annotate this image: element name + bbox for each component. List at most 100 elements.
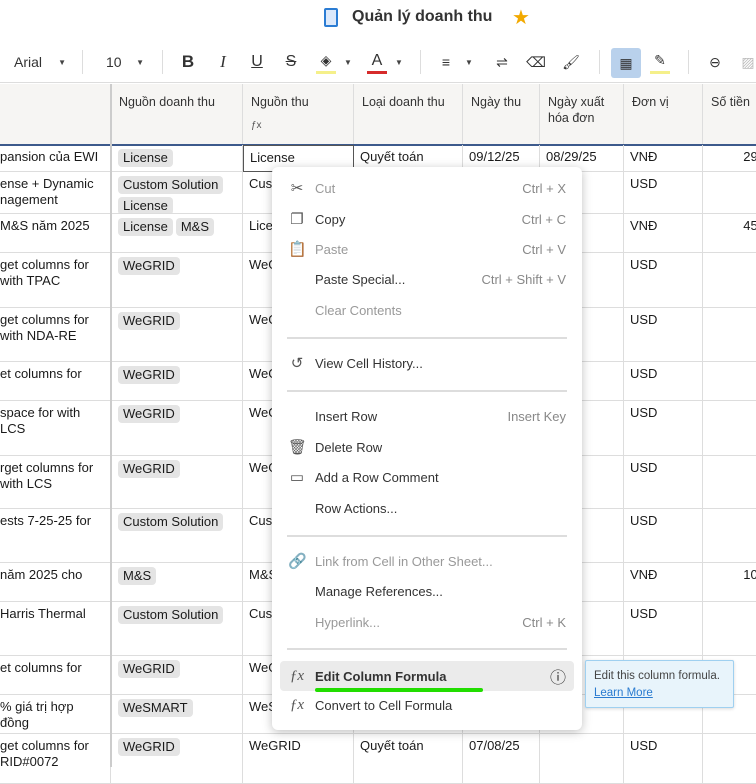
table-cell[interactable]: USD bbox=[624, 401, 703, 456]
learn-more-link[interactable]: Learn More bbox=[594, 687, 653, 699]
italic-icon[interactable]: I bbox=[213, 50, 233, 74]
table-cell[interactable]: WeGRID bbox=[111, 656, 243, 695]
row-title-cell[interactable]: ests 7-25-25 for bbox=[0, 509, 111, 563]
menu-item-cut[interactable]: ✂ Cut Ctrl + X bbox=[280, 174, 574, 202]
underline-icon[interactable]: U bbox=[247, 50, 267, 74]
menu-item-paste-special[interactable]: Paste Special... Ctrl + Shift + V bbox=[280, 265, 574, 293]
favorite-star-icon[interactable]: ★ bbox=[512, 5, 530, 30]
sheet-title[interactable]: Quản lý doanh thu bbox=[352, 8, 492, 26]
table-cell[interactable] bbox=[703, 308, 756, 362]
table-cell[interactable] bbox=[703, 456, 756, 509]
menu-item-view-cell-history[interactable]: ↺ View Cell History... bbox=[280, 349, 574, 377]
menu-item-hyperlink[interactable]: Hyperlink... Ctrl + K bbox=[280, 608, 574, 636]
table-cell[interactable]: USD bbox=[624, 456, 703, 509]
row-title-cell[interactable]: ense + Dynamic nagement bbox=[0, 172, 111, 214]
fill-color-caret-icon[interactable]: ▼ bbox=[343, 50, 353, 74]
table-cell[interactable]: WeGRID bbox=[111, 362, 243, 401]
menu-item-convert-to-cell-formula[interactable]: ƒx Convert to Cell Formula bbox=[280, 691, 574, 719]
column-header[interactable]: Ngày xuất hóa đơn bbox=[540, 84, 624, 145]
text-color-caret-icon[interactable]: ▼ bbox=[394, 50, 404, 74]
table-cell[interactable]: $ bbox=[703, 509, 756, 563]
row-title-cell[interactable]: get columns for RID#0072 bbox=[0, 734, 111, 784]
table-cell[interactable]: $ bbox=[703, 602, 756, 656]
menu-item-link-from-cell-in-other-sheet[interactable]: 🔗 Link from Cell in Other Sheet... bbox=[280, 547, 574, 575]
table-cell[interactable]: WeSMART bbox=[111, 695, 243, 734]
table-cell[interactable]: VNĐ bbox=[624, 563, 703, 602]
align-icon[interactable]: ≡ bbox=[436, 50, 456, 74]
info-icon[interactable]: ⓘ bbox=[550, 664, 566, 688]
row-title-cell[interactable]: et columns for bbox=[0, 656, 111, 695]
image-icon[interactable]: ▨ bbox=[738, 50, 756, 74]
menu-item-add-a-row-comment[interactable]: ▭ Add a Row Comment bbox=[280, 463, 574, 491]
table-cell[interactable]: Custom Solution bbox=[111, 509, 243, 563]
menu-item-edit-column-formula[interactable]: ƒx Edit Column Formula ⓘ bbox=[280, 661, 574, 692]
table-cell[interactable]: USD bbox=[624, 734, 703, 784]
font-family-dropdown[interactable]: Arial ▼ bbox=[14, 50, 66, 74]
column-header[interactable]: Số tiền bbox=[703, 84, 756, 145]
table-cell[interactable]: USD bbox=[624, 509, 703, 563]
table-cell[interactable] bbox=[703, 362, 756, 401]
row-title-cell[interactable]: get columns for with TPAC bbox=[0, 253, 111, 308]
table-cell[interactable] bbox=[703, 253, 756, 308]
table-cell[interactable]: WeGRID bbox=[111, 253, 243, 308]
table-cell[interactable]: WeGRID bbox=[111, 734, 243, 784]
fill-color-icon[interactable]: ◈ bbox=[316, 50, 336, 74]
table-cell[interactable]: Custom Solution License bbox=[111, 172, 243, 214]
text-color-icon[interactable]: A bbox=[367, 50, 387, 74]
format-painter-icon[interactable]: 🖌 bbox=[561, 50, 581, 74]
menu-item-delete-row[interactable]: 🗑 Delete Row bbox=[280, 433, 574, 461]
table-cell[interactable]: USD bbox=[624, 253, 703, 308]
table-cell[interactable]: USD bbox=[624, 362, 703, 401]
strikethrough-icon[interactable]: S bbox=[281, 50, 301, 74]
frozen-column-divider[interactable] bbox=[110, 84, 112, 767]
table-cell[interactable]: USD bbox=[624, 308, 703, 362]
table-cell[interactable]: WeGRID bbox=[111, 308, 243, 362]
table-cell[interactable]: 07/08/25 bbox=[463, 734, 540, 784]
row-title-cell[interactable]: et columns for bbox=[0, 362, 111, 401]
column-header[interactable]: Nguồn doanh thu bbox=[111, 84, 243, 145]
table-cell[interactable] bbox=[703, 401, 756, 456]
column-header[interactable]: Ngày thu bbox=[463, 84, 540, 145]
table-cell[interactable]: VNĐ bbox=[624, 145, 703, 172]
table-cell[interactable]: License M&S bbox=[111, 214, 243, 253]
row-title-cell[interactable]: space for with LCS bbox=[0, 401, 111, 456]
wrap-text-icon[interactable]: ⇌ bbox=[492, 50, 512, 74]
row-title-cell[interactable]: M&S năm 2025 bbox=[0, 214, 111, 253]
table-cell[interactable] bbox=[703, 734, 756, 784]
menu-item-clear-contents[interactable]: Clear Contents bbox=[280, 296, 574, 324]
table-cell[interactable]: M&S bbox=[111, 563, 243, 602]
table-cell[interactable]: Quyết toán bbox=[354, 734, 463, 784]
bold-icon[interactable]: B bbox=[178, 50, 198, 74]
table-cell[interactable]: 4 bbox=[703, 172, 756, 214]
row-title-cell[interactable]: % giá trị hợp đồng bbox=[0, 695, 111, 734]
table-cell[interactable]: USD bbox=[624, 602, 703, 656]
table-cell[interactable]: 45,213 bbox=[703, 214, 756, 253]
column-header[interactable]: Nguồn thu ƒx bbox=[243, 84, 354, 145]
menu-item-paste[interactable]: 📋 Paste Ctrl + V bbox=[280, 235, 574, 263]
table-cell[interactable]: 29,599 bbox=[703, 145, 756, 172]
table-cell[interactable]: WeGRID bbox=[243, 734, 354, 784]
highlight-icon[interactable]: ✎ bbox=[650, 50, 670, 74]
row-title-cell[interactable]: năm 2025 cho bbox=[0, 563, 111, 602]
row-title-cell[interactable]: rget columns for with LCS bbox=[0, 456, 111, 509]
table-cell[interactable] bbox=[540, 734, 624, 784]
table-cell[interactable]: WeGRID bbox=[111, 456, 243, 509]
link-icon[interactable]: ⊖ bbox=[705, 50, 725, 74]
menu-item-copy[interactable]: ❐ Copy Ctrl + C bbox=[280, 205, 574, 233]
table-cell[interactable]: VNĐ bbox=[624, 214, 703, 253]
table-cell[interactable]: Custom Solution bbox=[111, 602, 243, 656]
table-cell[interactable]: License bbox=[111, 145, 243, 172]
grid-view-icon[interactable]: ▦ bbox=[611, 48, 641, 78]
menu-item-row-actions[interactable]: Row Actions... bbox=[280, 494, 574, 522]
font-size-dropdown[interactable]: 10 ▼ bbox=[106, 50, 144, 74]
row-title-cell[interactable]: get columns for with NDA-RE bbox=[0, 308, 111, 362]
table-cell[interactable]: WeGRID bbox=[111, 401, 243, 456]
column-header[interactable]: Loại doanh thu bbox=[354, 84, 463, 145]
column-header[interactable] bbox=[0, 84, 111, 145]
menu-item-insert-row[interactable]: Insert Row Insert Key bbox=[280, 402, 574, 430]
table-cell[interactable]: 10,200 bbox=[703, 563, 756, 602]
column-header[interactable]: Đơn vị bbox=[624, 84, 703, 145]
table-cell[interactable]: USD bbox=[624, 172, 703, 214]
row-title-cell[interactable]: Harris Thermal bbox=[0, 602, 111, 656]
eraser-icon[interactable]: ⌫ bbox=[526, 50, 546, 74]
